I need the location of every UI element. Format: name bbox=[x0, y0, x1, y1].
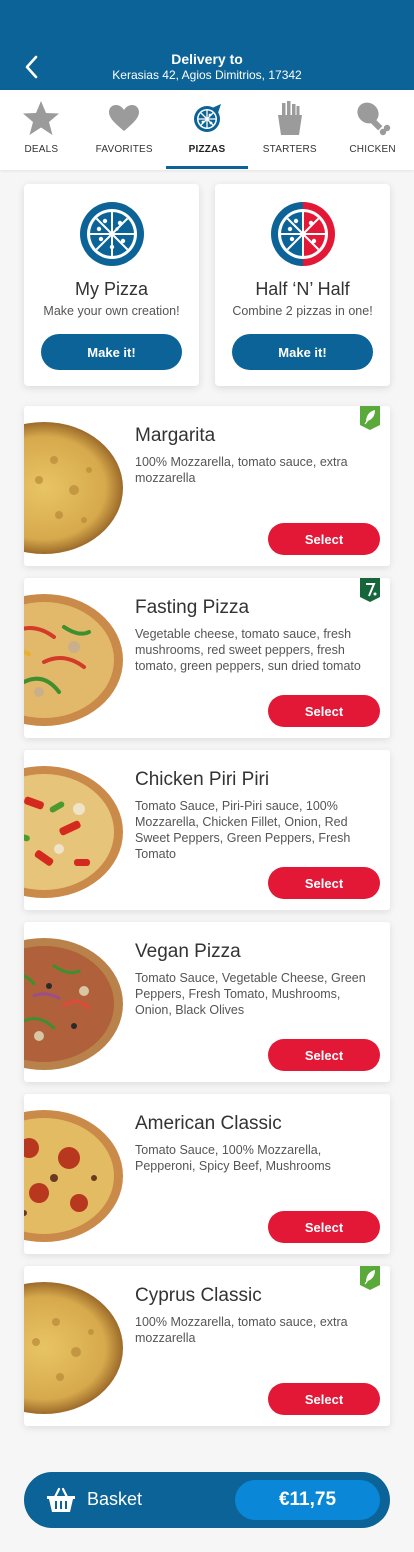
tab-chicken[interactable]: CHICKEN bbox=[331, 90, 414, 170]
pizza-image bbox=[24, 1110, 123, 1242]
pizza-description: Tomato Sauce, Piri-Piri sauce, 100% Mozz… bbox=[135, 799, 351, 861]
pizza-image bbox=[24, 422, 123, 554]
card-title: Half ‘N’ Half bbox=[255, 279, 350, 299]
tab-label: DEALS bbox=[24, 144, 59, 155]
pizza-name: Margarita bbox=[135, 425, 216, 446]
pizza-image bbox=[24, 766, 123, 898]
select-button[interactable]: Select bbox=[268, 523, 380, 555]
pizza-icon bbox=[193, 104, 221, 132]
star-icon bbox=[23, 101, 60, 135]
pizza-image bbox=[24, 594, 123, 726]
basket-bar[interactable]: Basket €11,75 bbox=[24, 1472, 390, 1528]
pizza-description: 100% Mozzarella, tomato sauce, extra moz… bbox=[135, 1315, 348, 1345]
pizza-name: Vegan Pizza bbox=[135, 941, 241, 962]
pizza-name: Chicken Piri Piri bbox=[135, 769, 270, 790]
category-tabs: DEALS FAVORITES PIZZAS STARTERS CHICKEN bbox=[0, 90, 414, 170]
make-it-button[interactable]: Make it! bbox=[232, 334, 373, 370]
tab-label: STARTERS bbox=[262, 144, 317, 155]
drumstick-icon bbox=[356, 102, 390, 136]
pizza-image bbox=[24, 1282, 123, 1414]
card-title: My Pizza bbox=[74, 279, 148, 299]
pizza-card-chicken-piri-piri[interactable]: Chicken Piri Piri Tomato Sauce, Piri-Pir… bbox=[24, 750, 390, 910]
pizza-card-fasting[interactable]: Fasting Pizza Vegetable cheese, tomato s… bbox=[24, 578, 390, 738]
pizza-name: American Classic bbox=[135, 1113, 282, 1134]
pizza-builder-icon bbox=[79, 202, 144, 266]
pizza-image bbox=[24, 938, 123, 1070]
tab-label: PIZZAS bbox=[188, 144, 226, 155]
vegetarian-leaf-icon bbox=[360, 1266, 380, 1290]
select-button[interactable]: Select bbox=[268, 1039, 380, 1071]
tab-favorites[interactable]: FAVORITES bbox=[83, 90, 166, 170]
tab-label: FAVORITES bbox=[95, 144, 153, 155]
heart-icon bbox=[109, 105, 140, 131]
card-subtitle: Make your own creation! bbox=[43, 304, 180, 318]
my-pizza-card: My Pizza Make your own creation! Make it… bbox=[24, 184, 199, 386]
pizza-name: Cyprus Classic bbox=[135, 1285, 262, 1306]
half-n-half-card: Half ‘N’ Half Combine 2 pizzas in one! M… bbox=[215, 184, 390, 386]
card-subtitle: Combine 2 pizzas in one! bbox=[232, 304, 373, 318]
make-it-button[interactable]: Make it! bbox=[41, 334, 182, 370]
fasting-icon bbox=[360, 578, 380, 602]
tab-deals[interactable]: DEALS bbox=[0, 90, 83, 170]
basket-icon bbox=[47, 1487, 75, 1512]
pizza-description: 100% Mozzarella, tomato sauce, extra moz… bbox=[135, 455, 348, 485]
pizza-card-cyprus-classic[interactable]: Cyprus Classic 100% Mozzarella, tomato s… bbox=[24, 1266, 390, 1426]
vegetarian-leaf-icon bbox=[360, 406, 380, 430]
pizza-name: Fasting Pizza bbox=[135, 597, 250, 618]
tab-pizzas[interactable]: PIZZAS bbox=[165, 90, 249, 170]
select-button[interactable]: Select bbox=[268, 1383, 380, 1415]
select-button[interactable]: Select bbox=[268, 695, 380, 727]
pizza-description: Tomato Sauce, Vegetable Cheese, Green Pe… bbox=[135, 971, 366, 1017]
pizza-card-margarita[interactable]: Margarita 100% Mozzarella, tomato sauce,… bbox=[24, 406, 390, 566]
tab-starters[interactable]: STARTERS bbox=[248, 90, 331, 170]
tab-label: CHICKEN bbox=[349, 144, 396, 155]
delivery-title: Delivery to bbox=[171, 51, 243, 67]
pizza-description: Vegetable cheese, tomato sauce, fresh mu… bbox=[135, 627, 361, 673]
basket-label: Basket bbox=[87, 1489, 143, 1509]
pizza-description: Tomato Sauce, 100% Mozzarella, Pepperoni… bbox=[135, 1143, 331, 1173]
delivery-address[interactable]: Kerasias 42, Agios Dimitrios, 17342 bbox=[0, 68, 414, 82]
half-half-pizza-icon bbox=[270, 202, 335, 266]
select-button[interactable]: Select bbox=[268, 1211, 380, 1243]
pizza-card-vegan[interactable]: Vegan Pizza Tomato Sauce, Vegetable Chee… bbox=[24, 922, 390, 1082]
fries-icon bbox=[277, 101, 302, 135]
basket-total[interactable]: €11,75 bbox=[235, 1480, 380, 1520]
select-button[interactable]: Select bbox=[268, 867, 380, 899]
pizza-card-american-classic[interactable]: American Classic Tomato Sauce, 100% Mozz… bbox=[24, 1094, 390, 1254]
app-header: Delivery to Kerasias 42, Agios Dimitrios… bbox=[0, 0, 414, 90]
